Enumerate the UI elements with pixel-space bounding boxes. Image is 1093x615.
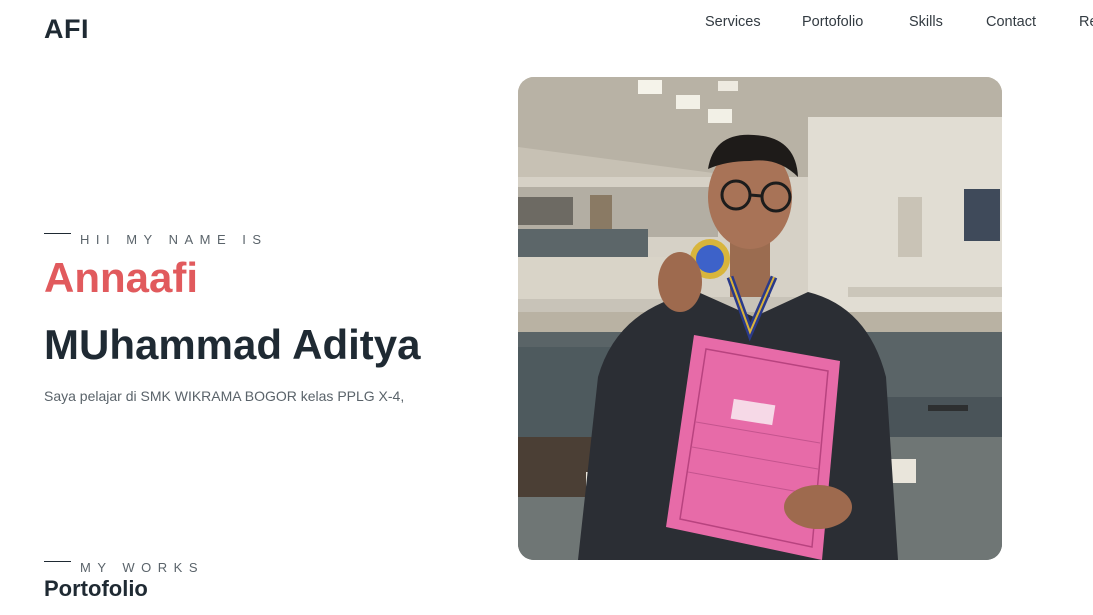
hero-last-name: MUhammad Aditya bbox=[44, 321, 421, 368]
hero-description: Saya pelajar di SMK WIKRAMA BOGOR kelas … bbox=[44, 388, 405, 404]
nav-skills[interactable]: Skills bbox=[909, 14, 943, 30]
nav-item-truncated[interactable]: Re bbox=[1079, 14, 1093, 30]
eyebrow-rule bbox=[44, 561, 71, 562]
profile-photo bbox=[518, 77, 1002, 560]
hero-eyebrow-text: Hii my name is bbox=[80, 232, 268, 247]
nav-contact[interactable]: Contact bbox=[986, 14, 1036, 30]
portfolio-section-title: Portofolio bbox=[44, 576, 148, 601]
hero-first-name: Annaafi bbox=[44, 254, 199, 301]
photo-illustration bbox=[518, 77, 1002, 560]
eyebrow-rule bbox=[44, 233, 71, 234]
works-eyebrow-text: My works bbox=[80, 560, 204, 575]
main-nav: Services Portofolio Skills Contact Re bbox=[0, 14, 1093, 34]
nav-services[interactable]: Services bbox=[705, 14, 761, 30]
nav-portofolio[interactable]: Portofolio bbox=[802, 14, 863, 30]
